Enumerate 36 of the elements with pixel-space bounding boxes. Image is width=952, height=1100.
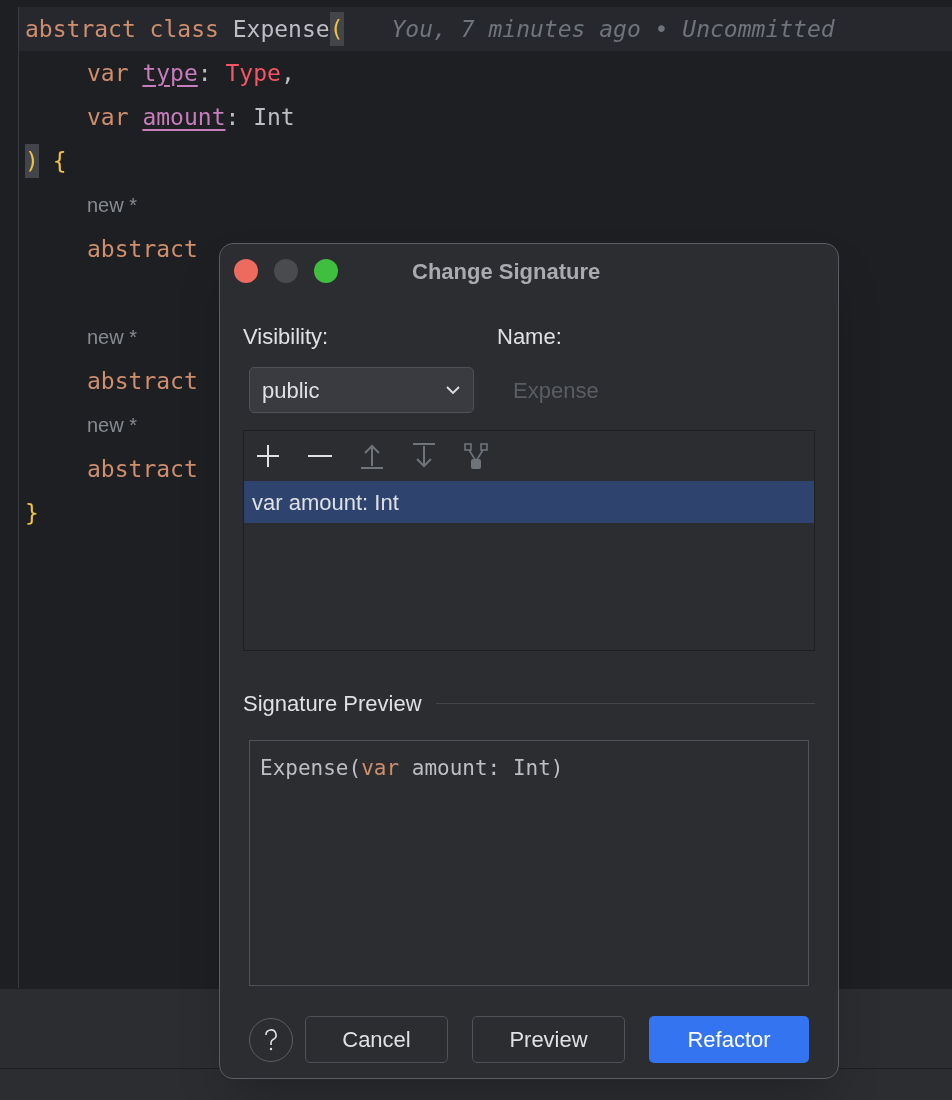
inlay-hint[interactable]: new * <box>87 190 138 220</box>
code-token: ) <box>25 143 39 179</box>
code-token: : Int <box>225 102 295 132</box>
code-token: abstract <box>87 366 198 396</box>
signature-preview: Expense(var amount: Int) <box>249 740 809 986</box>
code-token: ( <box>329 11 344 47</box>
zoom-button[interactable] <box>314 259 338 283</box>
code-token: var <box>87 102 130 132</box>
code-token: abstract <box>87 234 198 264</box>
help-icon <box>264 1027 278 1052</box>
section-heading: Signature Preview <box>243 690 422 718</box>
code-token: : <box>197 58 213 88</box>
parameter-row[interactable]: var amount: Int <box>244 481 814 523</box>
code-token: amount <box>142 102 226 132</box>
code-token: } <box>25 498 39 528</box>
code-token: Expense <box>232 14 330 44</box>
primary-button[interactable]: Refactor <box>649 1016 809 1063</box>
code-token: abstract <box>87 454 198 484</box>
code-token: { <box>51 146 67 176</box>
code-token: abstract class <box>25 14 220 44</box>
code-token: Type <box>225 58 281 88</box>
dialog-button[interactable]: Preview <box>472 1016 625 1063</box>
code-token: , <box>280 58 295 88</box>
inlay-hint[interactable]: new * <box>87 322 138 352</box>
chevron-down-icon <box>445 385 461 395</box>
visibility-dropdown[interactable]: public <box>249 367 474 413</box>
code-token: var <box>87 58 130 88</box>
visibility-label: Visibility: <box>243 323 330 351</box>
add-icon[interactable] <box>254 442 282 470</box>
blame-annotation: You, 7 minutes ago • Uncommitted <box>391 14 835 44</box>
dialog-button[interactable]: Cancel <box>305 1016 448 1063</box>
dialog-title: Change Signature <box>412 257 601 286</box>
name-label: Name: <box>497 323 563 351</box>
inlay-hint[interactable]: new * <box>87 410 138 440</box>
close-button[interactable] <box>234 259 258 283</box>
code-token: type <box>142 58 198 88</box>
